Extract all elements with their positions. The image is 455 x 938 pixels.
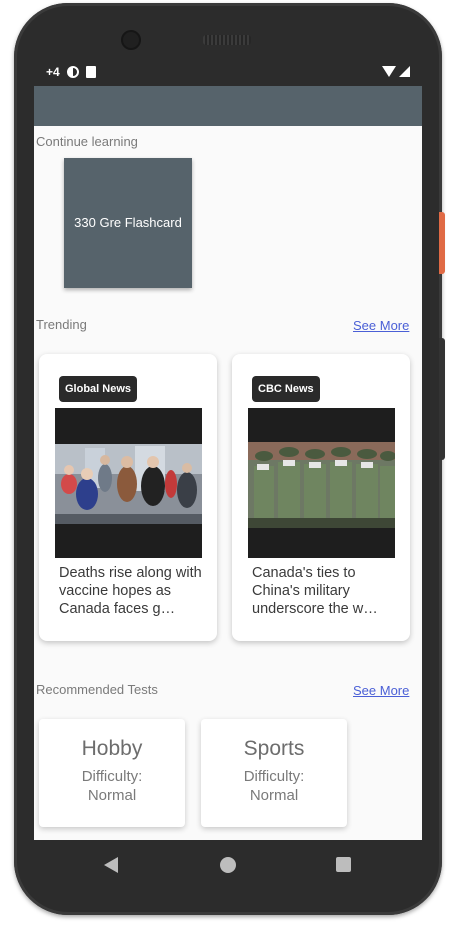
- news-headline: Deaths rise along with vaccine hopes as …: [59, 565, 202, 617]
- recommended-tests-label: Recommended Tests: [36, 682, 158, 697]
- back-icon[interactable]: [104, 857, 118, 873]
- test-card-sports[interactable]: Sports Difficulty: Normal: [201, 719, 347, 827]
- trending-label: Trending: [36, 317, 87, 332]
- flashcard-card[interactable]: 330 Gre Flashcard: [64, 158, 192, 288]
- trending-see-more-link[interactable]: See More: [353, 318, 409, 333]
- news-source-badge: CBC News: [252, 376, 320, 402]
- data-saver-icon: [66, 66, 79, 78]
- sim-card-icon: [85, 66, 96, 78]
- news-image: [248, 408, 395, 558]
- continue-learning-label: Continue learning: [36, 134, 138, 149]
- power-button: [439, 212, 445, 274]
- app-screen: Continue learning 330 Gre Flashcard Tren…: [34, 86, 422, 840]
- test-card-hobby[interactable]: Hobby Difficulty: Normal: [39, 719, 185, 827]
- navigation-bar: [34, 840, 422, 890]
- signal-icon: [399, 66, 410, 77]
- front-camera: [121, 30, 141, 50]
- difficulty-label: Difficulty:: [243, 768, 305, 785]
- home-icon[interactable]: [220, 857, 236, 873]
- difficulty-label: Difficulty:: [81, 768, 143, 785]
- news-card[interactable]: Global News Deaths rise along with vacci…: [39, 354, 217, 641]
- recents-icon[interactable]: [336, 857, 351, 872]
- difficulty-value: Normal: [249, 787, 299, 804]
- news-source-badge: Global News: [59, 376, 138, 402]
- app-bar: [34, 86, 422, 126]
- news-card[interactable]: CBC News Canada's ties to China's milita…: [232, 354, 410, 641]
- news-headline: Canada's ties to China's military unders…: [252, 565, 378, 617]
- earpiece-speaker: [203, 35, 251, 45]
- news-image: [55, 408, 202, 558]
- status-bar: +4: [34, 60, 422, 86]
- test-title: Sports: [243, 737, 305, 760]
- status-time: +4: [46, 65, 60, 79]
- difficulty-value: Normal: [87, 787, 137, 804]
- volume-button: [439, 338, 445, 460]
- wifi-icon: [382, 66, 396, 77]
- test-title: Hobby: [81, 737, 143, 760]
- recommended-see-more-link[interactable]: See More: [353, 683, 409, 698]
